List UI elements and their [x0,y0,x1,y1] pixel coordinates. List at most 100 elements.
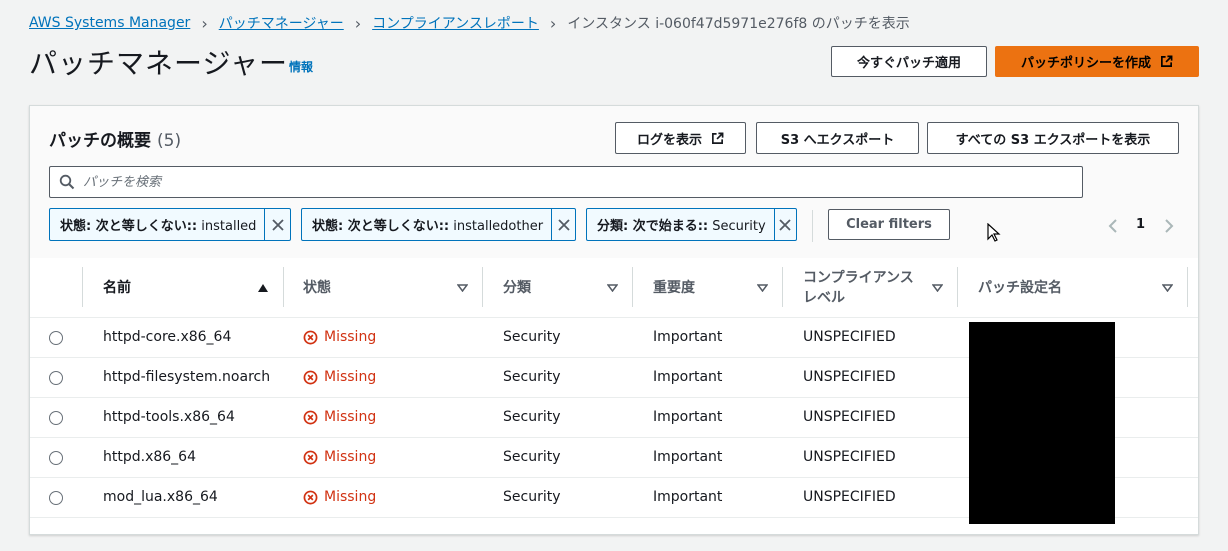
column-divider [957,267,958,307]
filter-token: 状態: 次と等しくない:: installed [49,208,291,241]
info-link[interactable]: 情報 [289,58,313,75]
page-number[interactable]: 1 [1136,217,1145,232]
search-field[interactable] [49,166,1083,198]
error-icon [303,450,318,464]
caret-down-icon[interactable] [607,284,618,292]
view-all-s3-exports-button[interactable]: すべての S3 エクスポートを表示 [927,122,1179,154]
error-icon [303,370,318,384]
mouse-cursor-icon [987,223,1001,242]
export-to-s3-button[interactable]: S3 へエクスポート [756,122,919,154]
view-logs-label: ログを表示 [636,132,702,148]
column-divider [632,267,633,307]
close-icon[interactable] [773,209,796,240]
table-header-border [30,317,1198,318]
row-select-radio[interactable] [49,411,63,425]
severity: Important [653,369,723,385]
status-text: Missing [324,449,377,465]
filter-token: 分類: 次で始まる:: Security [586,208,797,241]
panel-title: パッチの概要 (5) [49,126,181,151]
column-header-classification[interactable]: 分類 [503,278,531,298]
breadcrumb-patch-manager[interactable]: パッチマネージャー [219,13,344,33]
external-link-icon [712,132,724,144]
classification: Security [503,449,561,465]
clear-filters-button[interactable]: Clear filters [828,209,950,240]
patch-now-button[interactable]: 今すぐパッチ適用 [831,46,987,77]
column-divider [82,267,83,307]
breadcrumb: AWS Systems Manager › パッチマネージャー › コンプライア… [29,12,910,34]
view-all-s3-exports-label: すべての S3 エクスポートを表示 [955,132,1151,148]
patch-name: mod_lua.x86_64 [103,489,218,505]
status-text: Missing [324,369,377,385]
column-header-patch-config[interactable]: パッチ設定名 [978,278,1062,298]
patch-count: (5) [157,131,182,151]
row-select-radio[interactable] [49,451,63,465]
caret-down-icon[interactable] [757,284,768,292]
status-cell: Missing [303,329,376,345]
severity: Important [653,449,723,465]
patch-name: httpd-core.x86_64 [103,329,232,345]
column-header-status[interactable]: 状態 [303,278,331,298]
classification: Security [503,329,561,345]
classification: Security [503,489,561,505]
breadcrumb-compliance-report[interactable]: コンプライアンスレポート [372,13,539,33]
column-divider [782,267,783,307]
search-icon [59,174,75,190]
caret-down-icon[interactable] [457,284,468,292]
compliance-level: UNSPECIFIED [803,449,896,465]
severity: Important [653,329,723,345]
caret-down-icon[interactable] [1162,284,1173,292]
error-icon [303,410,318,424]
close-icon[interactable] [551,209,575,240]
compliance-level: UNSPECIFIED [803,369,896,385]
column-divider [1187,267,1188,307]
chevron-right-icon: › [549,13,557,33]
filter-token: 状態: 次と等しくない:: installedother [301,208,576,241]
chevron-right-icon[interactable] [1162,217,1176,235]
column-header-compliance-level[interactable]: コンプライアンス レベル [803,268,914,308]
close-icon[interactable] [264,209,290,240]
status-text: Missing [324,329,377,345]
patch-name: httpd-tools.x86_64 [103,409,235,425]
panel-title-text: パッチの概要 [49,131,151,151]
patch-now-label: 今すぐパッチ適用 [856,56,961,71]
row-select-radio[interactable] [49,371,63,385]
export-to-s3-label: S3 へエクスポート [780,132,895,148]
filter-token-text: 分類: 次で始まる:: Security [597,219,766,234]
patch-name: httpd-filesystem.noarch [103,369,271,385]
patch-name: httpd.x86_64 [103,449,196,465]
compliance-level: UNSPECIFIED [803,329,896,345]
chevron-right-icon: › [201,13,208,33]
filter-divider [812,210,813,242]
clear-filters-label: Clear filters [846,217,932,232]
breadcrumb-systems-manager[interactable]: AWS Systems Manager [29,15,190,31]
severity: Important [653,489,723,505]
filter-token-text: 状態: 次と等しくない:: installedother [312,219,544,234]
classification: Security [503,369,561,385]
severity: Important [653,409,723,425]
breadcrumb-current: インスタンス i-060f47d5971e276f8 のパッチを表示 [567,16,910,32]
classification: Security [503,409,561,425]
column-header-name[interactable]: 名前 [103,278,131,298]
chevron-right-icon: › [354,13,362,33]
column-divider [283,267,284,307]
column-header-severity[interactable]: 重要度 [653,278,695,298]
filter-token-text: 状態: 次と等しくない:: installed [60,219,257,234]
caret-down-icon[interactable] [932,284,943,292]
row-select-radio[interactable] [49,331,63,345]
sort-ascending-icon[interactable] [258,283,268,293]
create-patch-policy-button[interactable]: パッチポリシーを作成 [995,46,1199,77]
compliance-level: UNSPECIFIED [803,489,896,505]
create-patch-policy-label: パッチポリシーを作成 [1020,56,1151,71]
chevron-left-icon[interactable] [1106,217,1120,235]
external-link-icon [1161,55,1173,67]
redacted-patch-config-values [969,322,1115,524]
status-text: Missing [324,409,377,425]
page-title: パッチマネージャー [29,47,289,80]
search-input[interactable] [83,174,1063,190]
error-icon [303,330,318,344]
view-logs-button[interactable]: ログを表示 [615,122,746,154]
status-cell: Missing [303,449,376,465]
status-cell: Missing [303,489,376,505]
status-cell: Missing [303,369,376,385]
row-select-radio[interactable] [49,491,63,505]
